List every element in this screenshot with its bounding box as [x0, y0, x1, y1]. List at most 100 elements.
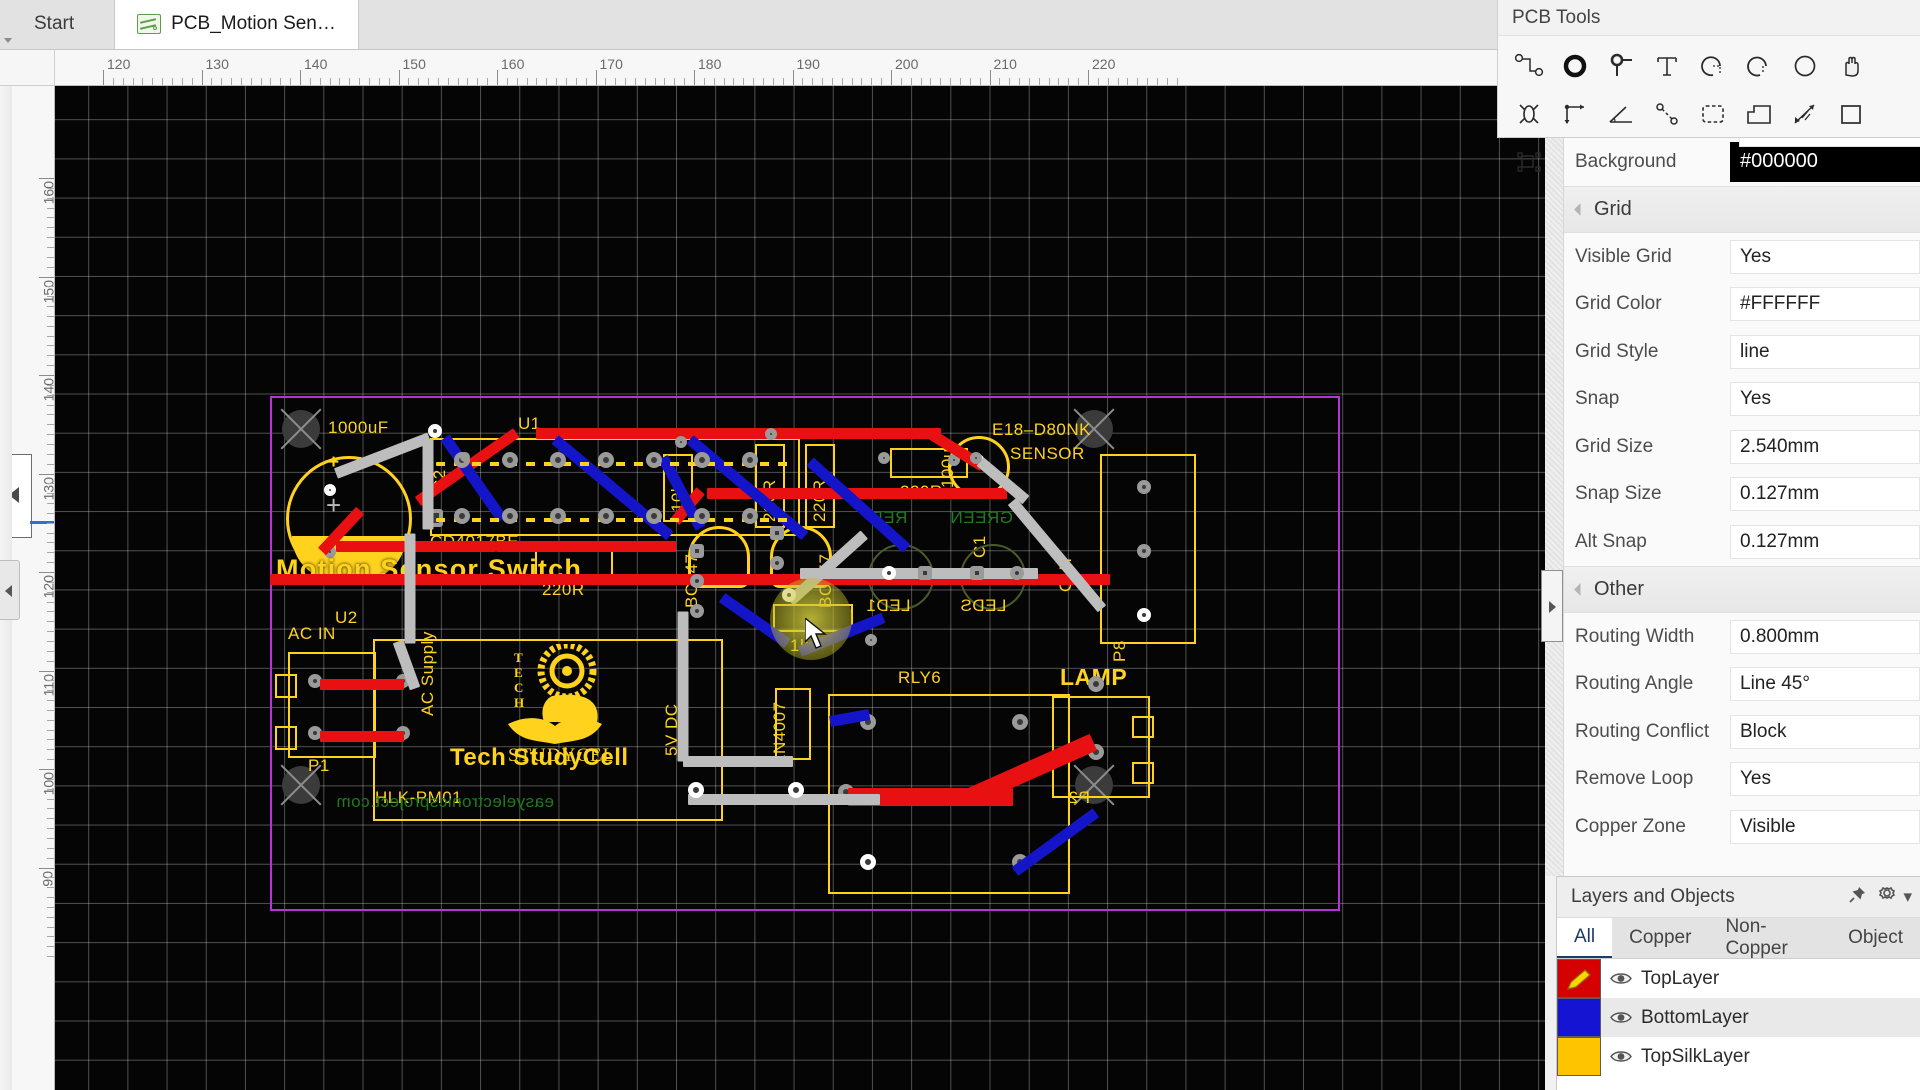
- eye-icon[interactable]: [1601, 971, 1641, 986]
- gear-icon[interactable]: [1877, 885, 1897, 910]
- property-value-snap-size[interactable]: 0.127mm: [1730, 477, 1920, 512]
- pad[interactable]: [918, 566, 932, 580]
- pad[interactable]: [694, 452, 710, 468]
- dimension-tool[interactable]: [1782, 90, 1828, 138]
- track-tool[interactable]: [1506, 42, 1552, 90]
- tab-start[interactable]: Start: [0, 0, 114, 49]
- properties-panel-collapse[interactable]: [1541, 570, 1563, 642]
- angle-tool[interactable]: [1598, 90, 1644, 138]
- more-icon[interactable]: ▾: [1903, 887, 1912, 907]
- property-value-snap[interactable]: Yes: [1730, 382, 1920, 417]
- pad[interactable]: [1088, 676, 1104, 692]
- property-value-grid-size[interactable]: 2.540mm: [1730, 429, 1920, 464]
- rectangle-tool[interactable]: [1828, 90, 1874, 138]
- pcb-canvas[interactable]: 1000uF C2 + + Motion Sensor Switch U1 CD…: [55, 86, 1545, 1090]
- pad[interactable]: [646, 452, 662, 468]
- property-value-alt-snap[interactable]: 0.127mm: [1730, 524, 1920, 559]
- arc-cw-tool[interactable]: [1690, 42, 1736, 90]
- ruler-label: 170: [599, 56, 623, 72]
- property-value-grid-style[interactable]: line: [1730, 334, 1920, 369]
- layer-list: TopLayer BottomLayer TopSilkLayer: [1557, 959, 1920, 1076]
- circle-tool[interactable]: [1782, 42, 1828, 90]
- pan-hand-tool[interactable]: [1828, 42, 1874, 90]
- pad[interactable]: [690, 544, 704, 558]
- text-tool[interactable]: [1644, 42, 1690, 90]
- pad[interactable]: [1137, 608, 1151, 622]
- pad[interactable]: [765, 428, 777, 440]
- property-value-visible-grid[interactable]: Yes: [1730, 239, 1920, 274]
- ruler-tick: [329, 78, 331, 85]
- pad[interactable]: [646, 508, 662, 524]
- horizontal-ruler[interactable]: 120 130 140 150 160 170 180 190 200 210 220: [55, 50, 1497, 86]
- tab-scroll-stub[interactable]: [0, 0, 14, 50]
- pad[interactable]: [688, 782, 704, 798]
- pad[interactable]: [742, 508, 758, 524]
- layers-tab-all[interactable]: All: [1557, 918, 1613, 958]
- eye-icon[interactable]: [1601, 1049, 1641, 1064]
- ruler-tick: [694, 70, 695, 85]
- hole-tool[interactable]: [1506, 90, 1552, 138]
- properties-scrollbar[interactable]: [1545, 138, 1563, 876]
- pad[interactable]: [598, 508, 614, 524]
- pad[interactable]: [1012, 714, 1028, 730]
- marquee-select-tool[interactable]: [1690, 90, 1736, 138]
- layers-tab-copper[interactable]: Copper: [1612, 918, 1708, 958]
- pad[interactable]: [460, 452, 470, 462]
- pad[interactable]: [598, 452, 614, 468]
- pad[interactable]: [694, 508, 710, 524]
- pcb-board[interactable]: 1000uF C2 + + Motion Sensor Switch U1 CD…: [270, 396, 1340, 911]
- pad[interactable]: [878, 452, 890, 464]
- tab-pcb-document[interactable]: PCB_Motion Sen…: [114, 0, 359, 49]
- arc-ccw-tool[interactable]: [1736, 42, 1782, 90]
- layer-color-swatch[interactable]: [1557, 959, 1601, 998]
- property-value-copper-zone[interactable]: Visible: [1730, 809, 1920, 844]
- pad[interactable]: [1137, 480, 1151, 494]
- resistor-body: [535, 548, 613, 576]
- pad[interactable]: [865, 634, 877, 646]
- property-group-grid[interactable]: Grid: [1564, 185, 1920, 233]
- pad[interactable]: [675, 436, 687, 448]
- pad[interactable]: [550, 508, 566, 524]
- pad[interactable]: [770, 526, 784, 540]
- pad[interactable]: [860, 854, 876, 870]
- layer-row[interactable]: TopLayer: [1557, 959, 1920, 998]
- pad[interactable]: [502, 508, 518, 524]
- layer-color-swatch[interactable]: [1557, 1037, 1601, 1076]
- property-group-other[interactable]: Other: [1564, 565, 1920, 613]
- layer-row[interactable]: BottomLayer: [1557, 998, 1920, 1037]
- property-value-remove-loop[interactable]: Yes: [1730, 762, 1920, 797]
- via-tool[interactable]: [1598, 42, 1644, 90]
- left-panel-expander[interactable]: [0, 560, 20, 620]
- solid-region-tool[interactable]: [1736, 90, 1782, 138]
- layer-color-swatch[interactable]: [1557, 998, 1601, 1037]
- pad[interactable]: [690, 574, 704, 588]
- pad[interactable]: [1010, 566, 1024, 580]
- pad[interactable]: [550, 452, 566, 468]
- layers-tab-object[interactable]: Object: [1831, 918, 1920, 958]
- connect-tool[interactable]: [1644, 90, 1690, 138]
- property-value-background[interactable]: #000000: [1730, 141, 1920, 182]
- ruler-tick: [575, 78, 577, 85]
- pad[interactable]: [788, 782, 804, 798]
- eye-icon[interactable]: [1601, 1010, 1641, 1025]
- pad[interactable]: [1137, 544, 1151, 558]
- pad[interactable]: [690, 604, 704, 618]
- pad-tool[interactable]: [1552, 42, 1598, 90]
- pad[interactable]: [882, 566, 896, 580]
- property-value-routing-width[interactable]: 0.800mm: [1730, 619, 1920, 654]
- layers-tab-non-copper[interactable]: Non-Copper: [1708, 916, 1831, 959]
- property-value-routing-angle[interactable]: Line 45°: [1730, 667, 1920, 702]
- pad[interactable]: [970, 566, 984, 580]
- layer-row[interactable]: TopSilkLayer: [1557, 1037, 1920, 1076]
- pad[interactable]: [454, 508, 470, 524]
- pad[interactable]: [502, 452, 518, 468]
- pad[interactable]: [428, 424, 442, 438]
- property-label: Background: [1575, 150, 1677, 172]
- property-value-routing-conflict[interactable]: Block: [1730, 714, 1920, 749]
- pad[interactable]: [970, 452, 982, 464]
- pad[interactable]: [770, 556, 784, 570]
- origin-tool[interactable]: [1552, 90, 1598, 138]
- property-value-grid-color[interactable]: #FFFFFF: [1730, 287, 1920, 322]
- pin-icon[interactable]: [1848, 885, 1867, 909]
- pad[interactable]: [742, 452, 758, 468]
